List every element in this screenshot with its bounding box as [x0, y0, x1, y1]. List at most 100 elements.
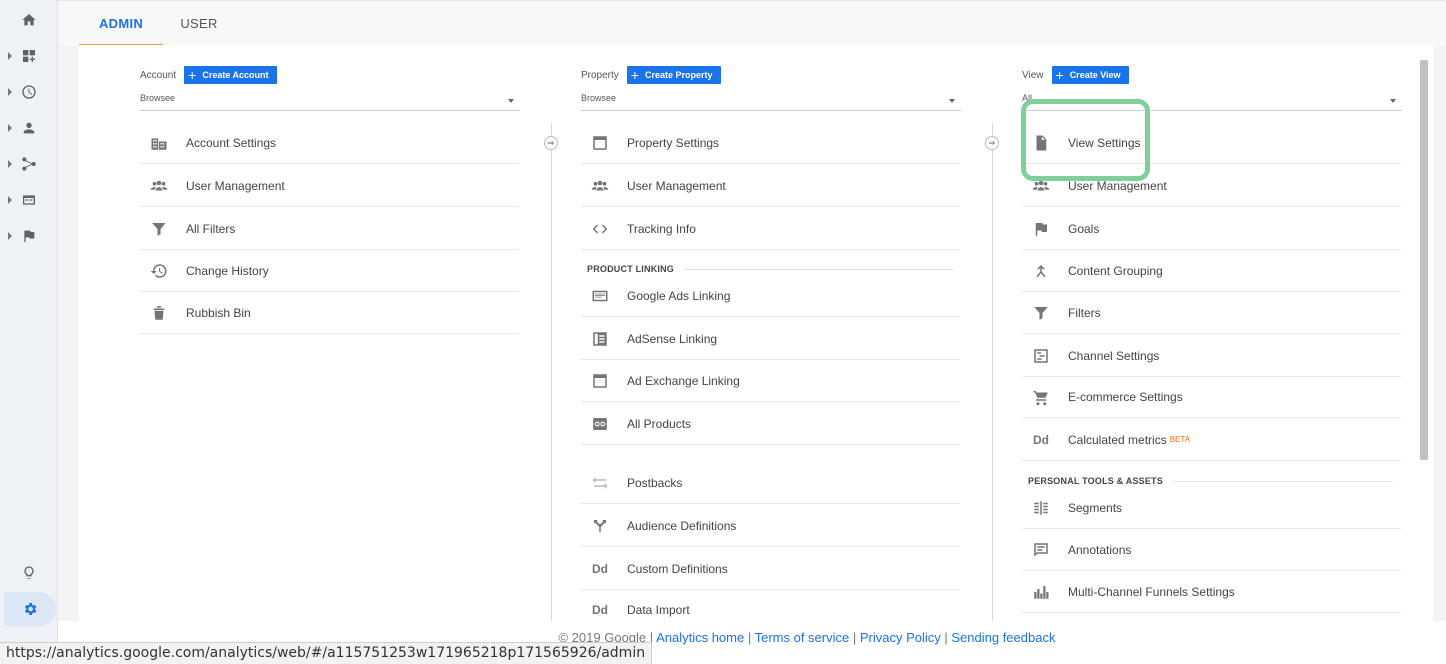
section-product-linking: PRODUCT LINKING — [587, 264, 961, 274]
nav-admin[interactable] — [4, 592, 56, 626]
section-title: PERSONAL TOOLS & ASSETS — [1028, 476, 1163, 486]
menu-property-user-management[interactable]: User Management — [581, 165, 960, 207]
nav-discover[interactable] — [0, 561, 58, 585]
account-selected: Browsee — [140, 93, 176, 103]
adsense-icon — [589, 330, 611, 348]
menu-label: Multi-Channel Funnels Settings — [1068, 584, 1235, 599]
menu-label: Property Settings — [627, 135, 720, 150]
menu-label: Filters — [1068, 305, 1101, 320]
top-tab-bar: ADMIN USER — [58, 0, 1446, 46]
cart-icon — [1030, 388, 1052, 406]
menu-multi-channel-funnels-settings[interactable]: Multi-Channel Funnels Settings — [1022, 571, 1401, 613]
tab-user[interactable]: USER — [176, 1, 222, 46]
menu-segments[interactable]: Segments — [1022, 487, 1401, 529]
dd-icon: Dd — [592, 603, 608, 617]
dropdown-arrow-icon — [508, 99, 514, 103]
view-header: View + Create View — [1022, 65, 1129, 85]
menu-all-products[interactable]: All Products — [581, 403, 960, 445]
menu-data-import[interactable]: Dd Data Import — [581, 589, 960, 631]
nav-customization[interactable] — [0, 44, 58, 68]
arrow-right-icon — [985, 136, 999, 150]
menu-annotations[interactable]: Annotations — [1022, 529, 1401, 571]
acquisition-icon — [22, 157, 36, 171]
plus-icon: + — [630, 67, 639, 83]
create-property-button[interactable]: + Create Property — [626, 66, 721, 84]
trash-icon — [148, 304, 170, 322]
person-icon — [23, 122, 35, 134]
bars-icon — [1030, 583, 1052, 601]
link-privacy-policy[interactable]: Privacy Policy — [860, 630, 941, 645]
menu-account-settings[interactable]: Account Settings — [140, 122, 519, 164]
nav-home[interactable] — [0, 8, 58, 32]
menu-ecommerce-settings[interactable]: E-commerce Settings — [1022, 376, 1401, 418]
footer-separator: | — [940, 630, 952, 645]
menu-postbacks[interactable]: Postbacks — [581, 462, 960, 504]
filter-icon — [148, 220, 170, 238]
lightbulb-icon — [24, 566, 34, 579]
scrollbar-thumb[interactable] — [1420, 60, 1428, 460]
menu-label: Content Grouping — [1068, 263, 1163, 278]
menu-label: Data Import — [627, 603, 690, 617]
menu-label: User Management — [186, 178, 285, 193]
menu-label: Change History — [186, 263, 269, 278]
menu-calculated-metrics[interactable]: Dd Calculated metrics BETA — [1022, 419, 1401, 461]
account-label: Account — [140, 69, 177, 81]
square-icon — [589, 134, 611, 152]
menu-label: All Filters — [186, 221, 236, 236]
menu-content-grouping[interactable]: Content Grouping — [1022, 250, 1401, 292]
history-icon — [148, 262, 170, 280]
menu-label: Channel Settings — [1068, 348, 1160, 363]
people-icon — [589, 177, 611, 195]
menu-goals[interactable]: Goals — [1022, 208, 1401, 250]
menu-channel-settings[interactable]: Channel Settings — [1022, 335, 1401, 377]
caret-right-icon — [8, 196, 12, 204]
section-title: PRODUCT LINKING — [587, 264, 674, 274]
menu-label: Segments — [1068, 500, 1123, 515]
account-selector[interactable]: Browsee — [140, 93, 520, 111]
view-label: View — [1022, 69, 1044, 81]
building-icon — [148, 134, 170, 152]
arrow-right-icon — [544, 136, 558, 150]
create-account-button[interactable]: + Create Account — [184, 66, 277, 84]
create-view-button[interactable]: + Create View — [1051, 66, 1129, 84]
menu-custom-definitions[interactable]: Dd Custom Definitions — [581, 548, 960, 590]
property-selector[interactable]: Browsee — [581, 93, 961, 111]
admin-panel: Account + Create Account Browsee Account… — [79, 45, 1433, 621]
caret-right-icon — [8, 160, 12, 168]
nav-conversions[interactable] — [0, 224, 58, 248]
link-terms-of-service[interactable]: Terms of service — [755, 630, 850, 645]
caret-right-icon — [8, 124, 12, 132]
menu-filters[interactable]: Filters — [1022, 292, 1401, 334]
menu-adsense-linking[interactable]: AdSense Linking — [581, 318, 960, 360]
menu-tracking-info[interactable]: Tracking Info — [581, 208, 960, 250]
footer-separator: | — [849, 630, 860, 645]
menu-audience-definitions[interactable]: Audience Definitions — [581, 505, 960, 547]
menu-ad-exchange-linking[interactable]: Ad Exchange Linking — [581, 360, 960, 402]
menu-change-history[interactable]: Change History — [140, 250, 519, 292]
behavior-icon — [23, 195, 35, 205]
menu-google-ads-linking[interactable]: Google Ads Linking — [581, 275, 960, 317]
column-divider — [992, 123, 993, 621]
swap-icon — [589, 474, 611, 492]
section-rule — [1172, 480, 1393, 482]
menu-label: Goals — [1068, 221, 1100, 236]
menu-all-filters[interactable]: All Filters — [140, 208, 519, 250]
link-sending-feedback[interactable]: Sending feedback — [951, 630, 1055, 645]
nav-acquisition[interactable] — [0, 152, 58, 176]
dashboard-plus-icon — [23, 50, 35, 62]
nav-audience[interactable] — [0, 116, 58, 140]
dd-icon: Dd — [1033, 432, 1049, 447]
menu-label: Rubbish Bin — [186, 305, 251, 320]
menu-property-settings[interactable]: Property Settings — [581, 122, 960, 164]
menu-account-user-management[interactable]: User Management — [140, 165, 519, 207]
menu-label: User Management — [627, 178, 726, 193]
menu-label: Custom Definitions — [627, 561, 728, 576]
link-analytics-home[interactable]: Analytics home — [656, 630, 744, 645]
column-divider — [551, 123, 552, 621]
nav-realtime[interactable] — [0, 80, 58, 104]
link-icon — [589, 415, 611, 433]
nav-behavior[interactable] — [0, 188, 58, 212]
tab-admin[interactable]: ADMIN — [79, 1, 163, 46]
channel-icon — [1030, 347, 1052, 365]
menu-rubbish-bin[interactable]: Rubbish Bin — [140, 292, 519, 334]
